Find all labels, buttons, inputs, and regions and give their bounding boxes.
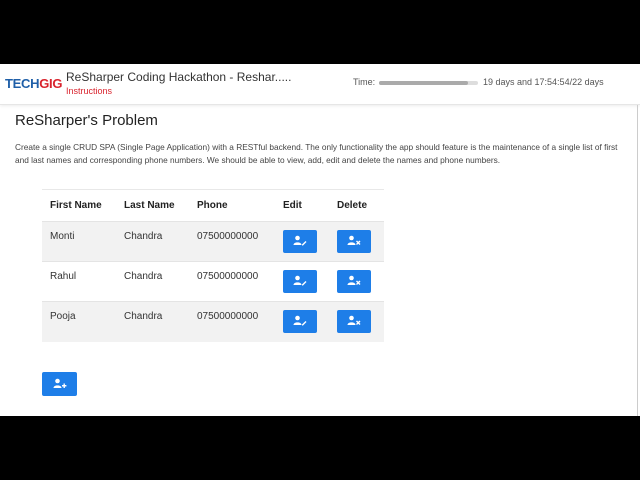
problem-description: Create a single CRUD SPA (Single Page Ap… xyxy=(15,142,618,165)
delete-button[interactable] xyxy=(337,270,371,293)
user-edit-icon xyxy=(293,235,307,246)
time-remaining: 19 days and 17:54:54/22 days xyxy=(483,77,604,87)
user-remove-icon xyxy=(347,235,361,245)
first-name-cell: Monti xyxy=(42,221,116,262)
header-last-name: Last Name xyxy=(116,189,189,222)
last-name-cell: Chandra xyxy=(116,221,189,262)
app-screen: TECHGIG ReSharper Coding Hackathon - Res… xyxy=(0,64,640,416)
time-progress-bar xyxy=(379,81,478,85)
edit-button[interactable] xyxy=(283,270,317,293)
logo-tech-text: TECH xyxy=(5,76,40,91)
table-header-row: First Name Last Name Phone Edit Delete xyxy=(42,189,384,222)
user-remove-icon xyxy=(347,315,361,326)
first-name-cell: Rahul xyxy=(42,261,116,302)
phone-cell: 07500000000 xyxy=(189,301,275,342)
edit-button[interactable] xyxy=(283,310,317,334)
delete-button[interactable] xyxy=(337,230,371,253)
header-phone: Phone xyxy=(189,189,275,222)
problem-heading: ReSharper's Problem xyxy=(15,112,158,129)
table-row: Rahul Chandra 07500000000 xyxy=(42,261,384,302)
add-contact-button[interactable] xyxy=(42,372,77,396)
edit-button[interactable] xyxy=(283,230,317,253)
user-add-icon xyxy=(53,378,67,388)
header-first-name: First Name xyxy=(42,189,116,222)
instructions-link[interactable]: Instructions xyxy=(66,86,112,96)
header-delete: Delete xyxy=(329,189,384,222)
time-label: Time: xyxy=(353,77,376,87)
table-row: Monti Chandra 07500000000 xyxy=(42,221,384,262)
top-bar: TECHGIG ReSharper Coding Hackathon - Res… xyxy=(0,64,640,105)
time-progress-fill xyxy=(379,81,469,85)
table-row: Pooja Chandra 07500000000 xyxy=(42,301,384,342)
last-name-cell: Chandra xyxy=(116,261,189,302)
header-edit: Edit xyxy=(275,189,329,222)
logo-gig-text: GIG xyxy=(39,76,63,91)
last-name-cell: Chandra xyxy=(116,301,189,342)
techgig-logo[interactable]: TECHGIG xyxy=(5,76,62,91)
first-name-cell: Pooja xyxy=(42,301,116,342)
contest-title: ReSharper Coding Hackathon - Reshar..... xyxy=(66,70,292,84)
content-right-border xyxy=(637,105,638,416)
user-edit-icon xyxy=(293,315,307,326)
user-remove-icon xyxy=(347,275,361,285)
user-edit-icon xyxy=(293,275,307,286)
delete-button[interactable] xyxy=(337,310,371,334)
contacts-table: First Name Last Name Phone Edit Delete M… xyxy=(42,189,384,342)
phone-cell: 07500000000 xyxy=(189,221,275,262)
phone-cell: 07500000000 xyxy=(189,261,275,302)
